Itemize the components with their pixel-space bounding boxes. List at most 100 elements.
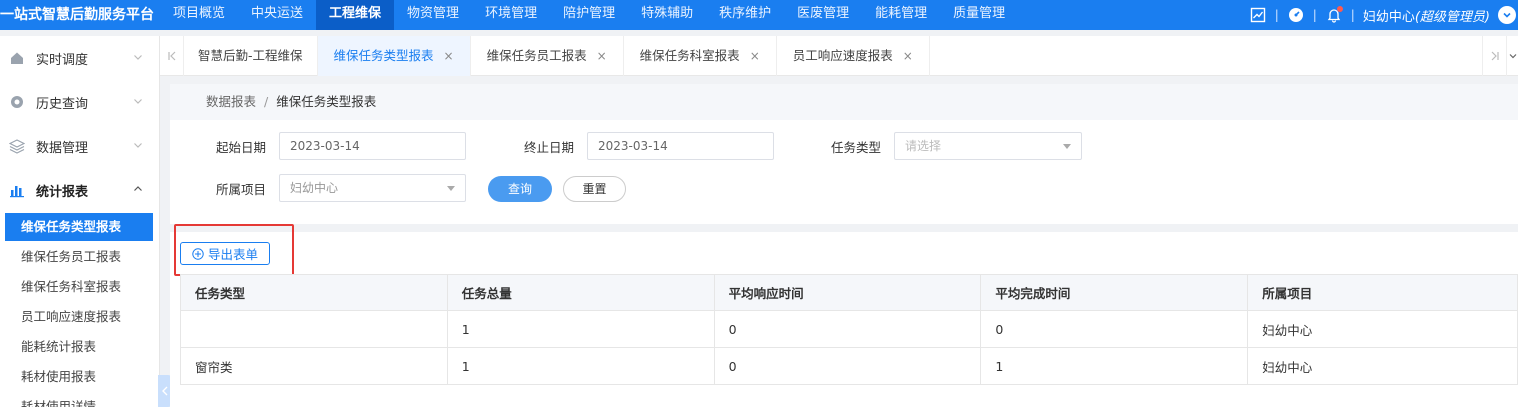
tab-task-dept-report[interactable]: 维保任务科室报表 × <box>624 35 777 76</box>
sidebar-item-consumables-detail[interactable]: 耗材使用详情 <box>0 392 159 407</box>
start-date-label: 起始日期 <box>215 140 266 155</box>
start-date-input[interactable]: 2023-03-14 <box>279 132 466 160</box>
chevron-down-icon <box>1509 54 1516 59</box>
main-content: 数据报表 / 维保任务类型报表 起始日期 2023-03-14 终止日期 2023-… <box>170 84 1518 407</box>
top-bar: 一站式智慧后勤服务平台 项目概览 中央运送 工程维保 物资管理 环境管理 陪护管… <box>0 0 1518 30</box>
column-header-project[interactable]: 所属项目 <box>1247 274 1518 311</box>
user-name[interactable]: 妇幼中心(超级管理员) <box>1363 6 1490 25</box>
tab-response-speed-report[interactable]: 员工响应速度报表 × <box>777 35 930 76</box>
tab-label: 维保任务员工报表 <box>486 47 587 63</box>
nav-item-quality[interactable]: 质量管理 <box>940 0 1018 30</box>
chevron-left-icon <box>162 386 168 396</box>
tab-bar-right-tools <box>1482 36 1518 76</box>
tab-menu-button[interactable] <box>1506 36 1518 76</box>
chevron-up-icon <box>133 183 143 198</box>
tab-home[interactable]: 智慧后勤-工程维保 <box>184 35 318 76</box>
tab-label: 维保任务科室报表 <box>639 47 740 63</box>
chevron-last-icon <box>1491 51 1499 61</box>
sidebar-item-energy-report[interactable]: 能耗统计报表 <box>0 332 159 362</box>
tab-label: 员工响应速度报表 <box>792 47 893 63</box>
table-cell: 1 <box>980 347 1249 385</box>
sidebar-item-task-staff-report[interactable]: 维保任务员工报表 <box>0 242 159 272</box>
sidebar-item-consumables-report[interactable]: 耗材使用报表 <box>0 362 159 392</box>
tab-scroll-left-button[interactable] <box>160 35 184 76</box>
table-row[interactable]: 1 0 0 妇幼中心 <box>180 310 1518 348</box>
chevron-down-icon <box>133 95 143 110</box>
tab-task-staff-report[interactable]: 维保任务员工报表 × <box>471 35 624 76</box>
close-icon[interactable]: × <box>444 36 454 76</box>
end-date-input[interactable]: 2023-03-14 <box>587 132 774 160</box>
column-header-avg-completion[interactable]: 平均完成时间 <box>980 274 1249 311</box>
table-cell: 妇幼中心 <box>1247 310 1518 348</box>
breadcrumb: 数据报表 / 维保任务类型报表 <box>170 84 1518 120</box>
bar-chart-icon <box>9 182 25 198</box>
sidebar-menu-label: 数据管理 <box>36 140 89 156</box>
project-select-value: 妇幼中心 <box>290 181 339 195</box>
breadcrumb-current: 维保任务类型报表 <box>276 94 377 109</box>
table-cell: 0 <box>713 347 982 385</box>
user-role: (超级管理员) <box>1414 9 1490 25</box>
tab-label: 维保任务类型报表 <box>333 47 434 63</box>
nav-item-special-aid[interactable]: 特殊辅助 <box>628 0 706 30</box>
project-select[interactable]: 妇幼中心 <box>279 174 466 202</box>
dashboard-gauge-icon[interactable] <box>1287 6 1305 24</box>
sidebar-item-task-type-report[interactable]: 维保任务类型报表 <box>5 213 153 241</box>
sidebar: 实时调度 历史查询 数据管理 统计报表 维保任务类型报表 维保任务员工报表 维保… <box>0 36 160 407</box>
sidebar-item-task-dept-report[interactable]: 维保任务科室报表 <box>0 272 159 302</box>
nav-item-medical-waste[interactable]: 医废管理 <box>784 0 862 30</box>
user-org: 妇幼中心 <box>1362 9 1415 25</box>
column-header-task-type[interactable]: 任务类型 <box>180 274 448 311</box>
column-header-total[interactable]: 任务总量 <box>446 274 715 311</box>
nav-item-order[interactable]: 秩序维护 <box>706 0 784 30</box>
task-type-select[interactable]: 请选择 <box>894 132 1082 160</box>
table-panel: 导出表单 任务类型 任务总量 平均响应时间 平均完成时间 所属项目 1 0 0 … <box>170 224 1518 407</box>
sidebar-menu-data-management[interactable]: 数据管理 <box>0 124 159 168</box>
task-type-label: 任务类型 <box>830 140 881 155</box>
nav-item-environment[interactable]: 环境管理 <box>472 0 550 30</box>
nav-item-engineering[interactable]: 工程维保 <box>316 0 395 30</box>
breadcrumb-separator: / <box>264 94 269 109</box>
toolbar-divider: | <box>1350 8 1355 22</box>
table-row[interactable]: 窗帘类 1 0 1 妇幼中心 <box>180 347 1518 385</box>
trend-chart-icon[interactable] <box>1249 6 1267 24</box>
sidebar-menu-reports[interactable]: 统计报表 <box>0 168 159 212</box>
user-menu-chevron-icon[interactable] <box>1498 6 1516 24</box>
breadcrumb-parent[interactable]: 数据报表 <box>206 94 256 109</box>
sidebar-menu-history[interactable]: 历史查询 <box>0 80 159 124</box>
reset-button[interactable]: 重置 <box>563 176 626 202</box>
sidebar-menu-realtime[interactable]: 实时调度 <box>0 36 159 80</box>
nav-item-materials[interactable]: 物资管理 <box>394 0 472 30</box>
nav-item-escort[interactable]: 陪护管理 <box>550 0 628 30</box>
close-icon[interactable]: × <box>597 36 607 76</box>
filter-panel: 起始日期 2023-03-14 终止日期 2023-03-14 任务类型 请选择… <box>170 120 1518 224</box>
project-label: 所属项目 <box>215 182 266 197</box>
bell-icon[interactable] <box>1325 6 1343 24</box>
column-header-avg-response[interactable]: 平均响应时间 <box>713 274 982 311</box>
caret-down-icon <box>1063 144 1071 149</box>
table-cell <box>180 310 448 348</box>
nav-item-energy[interactable]: 能耗管理 <box>862 0 940 30</box>
query-button[interactable]: 查询 <box>488 176 552 202</box>
caret-down-icon <box>447 186 455 191</box>
tab-scroll-right-button[interactable] <box>1482 36 1506 76</box>
sidebar-menu-label: 实时调度 <box>36 52 89 68</box>
table-cell: 1 <box>446 310 715 348</box>
toolbar-divider: | <box>1274 8 1279 22</box>
nav-item-overview[interactable]: 项目概览 <box>160 0 238 30</box>
app-brand: 一站式智慧后勤服务平台 <box>0 7 154 23</box>
plus-circle-icon <box>192 247 204 260</box>
export-form-button[interactable]: 导出表单 <box>180 242 270 265</box>
table-cell: 0 <box>713 310 982 348</box>
table-header-row: 任务类型 任务总量 平均响应时间 平均完成时间 所属项目 <box>180 274 1518 311</box>
nav-item-central-transport[interactable]: 中央运送 <box>238 0 316 30</box>
table-cell: 0 <box>980 310 1249 348</box>
close-icon[interactable]: × <box>903 36 913 76</box>
close-icon[interactable]: × <box>750 36 760 76</box>
tab-label: 智慧后勤-工程维保 <box>198 47 303 63</box>
tab-task-type-report[interactable]: 维保任务类型报表 × <box>317 35 471 76</box>
sidebar-item-response-speed-report[interactable]: 员工响应速度报表 <box>0 302 159 332</box>
home-icon <box>9 50 25 66</box>
report-table: 任务类型 任务总量 平均响应时间 平均完成时间 所属项目 1 0 0 妇幼中心 … <box>180 274 1518 385</box>
toolbar-divider: | <box>1312 8 1317 22</box>
end-date-label: 终止日期 <box>523 140 574 155</box>
